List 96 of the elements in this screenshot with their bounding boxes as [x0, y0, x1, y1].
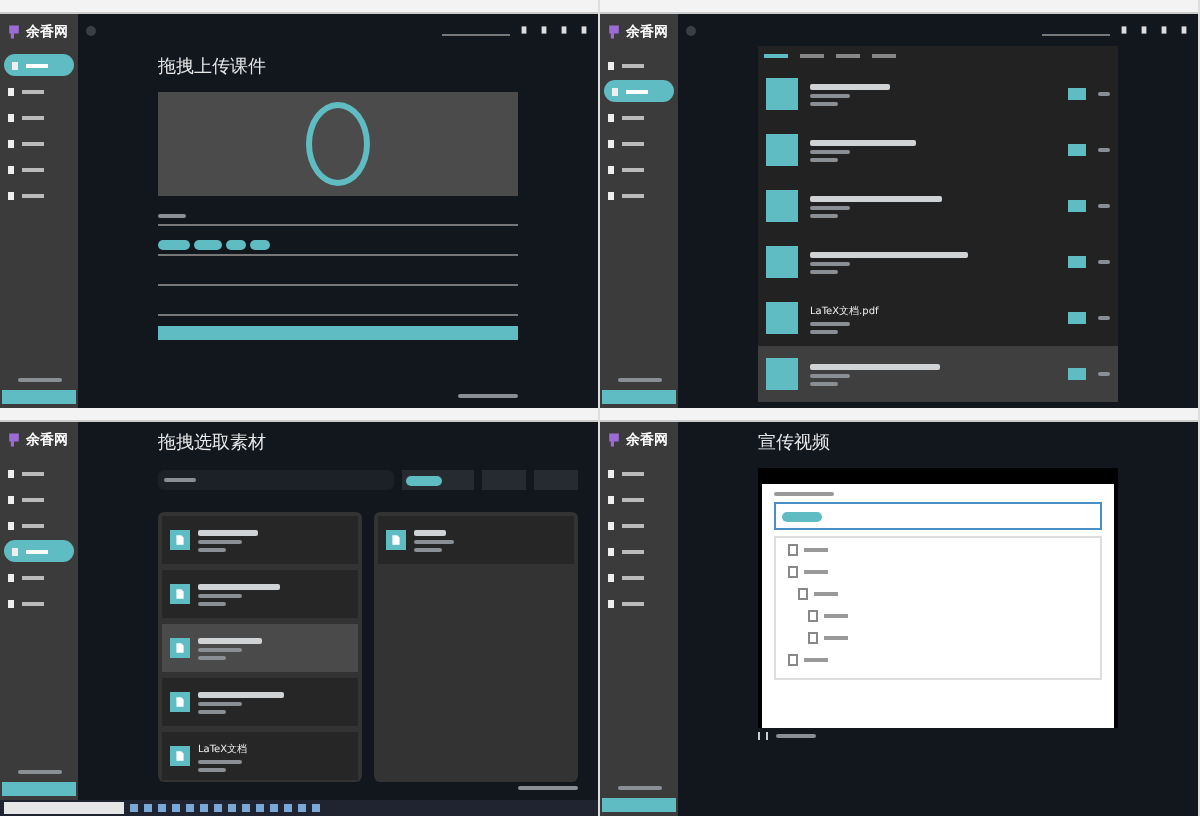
document-icon [174, 588, 186, 600]
file-icon [1118, 24, 1130, 36]
material-card[interactable] [162, 624, 358, 672]
text-line [458, 394, 518, 398]
text-line [414, 539, 454, 543]
logo-icon [606, 432, 622, 448]
bookmark-icon [538, 24, 550, 36]
text-line [198, 539, 242, 543]
material-card[interactable] [162, 678, 358, 726]
text-line [810, 93, 850, 97]
text-line [198, 593, 242, 597]
text-line [810, 195, 942, 201]
text-line [414, 529, 446, 535]
text-line [810, 149, 850, 153]
text-line [164, 478, 196, 482]
text-line [198, 637, 262, 643]
person-icon [1178, 24, 1190, 36]
logo-icon [606, 24, 622, 40]
text-line [810, 329, 838, 333]
text-line [776, 734, 816, 738]
document-icon [390, 534, 402, 546]
bell-icon [558, 24, 570, 36]
bell-icon [1158, 24, 1170, 36]
tag-field[interactable] [158, 236, 518, 256]
text-line [158, 213, 186, 217]
document-icon [174, 642, 186, 654]
text-line [810, 101, 838, 105]
nav-item[interactable] [604, 80, 674, 102]
upload-ring [306, 102, 370, 186]
document-icon [174, 750, 186, 762]
nav-item[interactable] [4, 540, 74, 562]
text-line [198, 655, 226, 659]
text-line [810, 381, 838, 385]
thumbnail [766, 78, 798, 110]
material-card[interactable] [378, 516, 574, 564]
text-line [198, 647, 242, 651]
page-title: 拖拽上传课件 [158, 55, 268, 80]
text-line [1098, 316, 1110, 320]
logo-icon [6, 432, 22, 448]
bookmark-icon [1138, 24, 1150, 36]
document-icon [174, 696, 186, 708]
text-line [810, 83, 890, 89]
search-field[interactable] [158, 470, 394, 490]
text-line [518, 786, 578, 790]
text-line [810, 363, 940, 369]
text-line [198, 583, 280, 589]
text-line [810, 213, 838, 217]
thumbnail [766, 134, 798, 166]
file-icon [518, 24, 530, 36]
thumbnail [766, 358, 798, 390]
text-line [810, 205, 850, 209]
text-line [617, 786, 661, 790]
text-line [198, 759, 242, 763]
text-line [198, 691, 284, 697]
tag-chip [782, 511, 822, 521]
text-line [17, 378, 61, 382]
text-line [1098, 204, 1110, 208]
drop-zone[interactable] [158, 92, 518, 196]
text-line [414, 547, 442, 551]
person-icon [578, 24, 590, 36]
nav-item[interactable] [4, 54, 74, 76]
text-line [198, 529, 258, 535]
text-line [810, 269, 838, 273]
text-line [774, 492, 834, 496]
material-card[interactable] [162, 570, 358, 618]
thumbnail [766, 302, 798, 334]
text-line [1098, 92, 1110, 96]
document-icon [174, 534, 186, 546]
text-line [810, 321, 850, 325]
search-field[interactable] [4, 802, 124, 814]
text-line [810, 373, 850, 377]
text-line [810, 261, 850, 265]
text-line [617, 378, 661, 382]
text-line [1098, 372, 1110, 376]
text-line [17, 770, 61, 774]
text-line [198, 767, 226, 771]
thumbnail [766, 246, 798, 278]
text-line [198, 547, 226, 551]
filter-select[interactable] [402, 470, 474, 490]
tag-chip [158, 240, 190, 250]
tag-chip [194, 240, 222, 250]
select-field[interactable] [774, 502, 1102, 530]
text-line [198, 701, 242, 705]
text-line [198, 709, 226, 713]
text-line [1098, 260, 1110, 264]
tag-chip [406, 475, 442, 485]
material-card[interactable] [162, 516, 358, 564]
thumbnail [766, 190, 798, 222]
page-title: 拖拽选取素材 [158, 431, 268, 456]
text-line [198, 601, 226, 605]
text-line [810, 139, 916, 145]
logo-icon [6, 24, 22, 40]
text-line [810, 157, 838, 161]
list-item[interactable] [758, 346, 1118, 402]
page-title: 宣传视频 [758, 431, 832, 456]
text-line [1098, 148, 1110, 152]
